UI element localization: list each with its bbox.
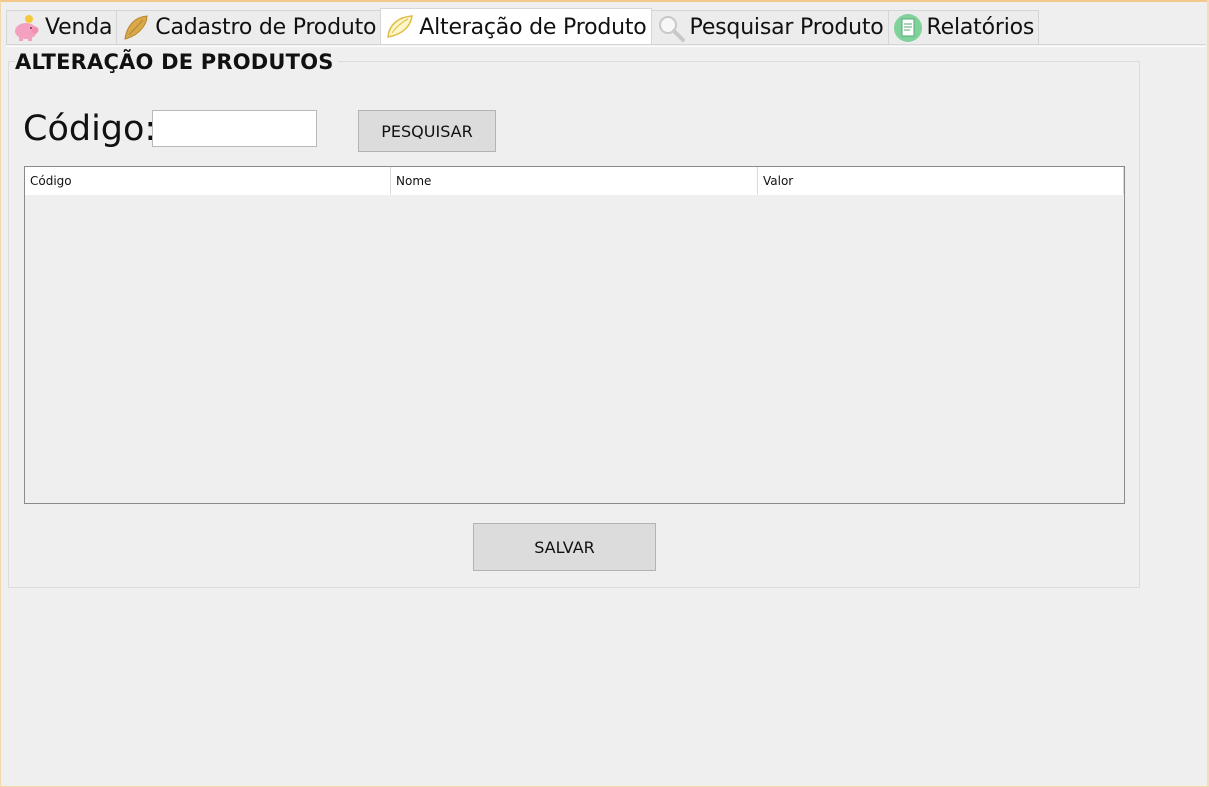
tab-venda[interactable]: Venda [6,10,118,44]
tab-alteracao-label: Alteração de Produto [419,14,647,40]
pesquisar-button[interactable]: PESQUISAR [358,110,496,152]
piggy-bank-icon [11,13,41,43]
tab-alteracao-de-produto[interactable]: Alteração de Produto [380,8,652,45]
magnifier-icon [656,13,686,43]
tab-pesquisar-produto[interactable]: Pesquisar Produto [650,10,889,44]
codigo-label: Código: [23,109,157,149]
tab-relatorios[interactable]: Relatórios [887,10,1040,44]
panel-title: ALTERAÇÃO DE PRODUTOS [15,50,338,74]
tab-venda-label: Venda [45,15,113,40]
products-table[interactable]: Código Nome Valor [24,166,1125,504]
column-header-valor[interactable]: Valor [758,167,1124,195]
tab-cadastro-de-produto[interactable]: Cadastro de Produto [116,10,382,44]
pastry-icon [121,13,151,43]
table-body[interactable] [25,195,1124,503]
report-icon [893,13,923,43]
table-header: Código Nome Valor [25,167,1124,195]
tab-bar: Venda Cadastro de Produto Alteração de P… [6,8,1040,45]
tab-relatorios-label: Relatórios [926,15,1035,40]
salvar-button[interactable]: SALVAR [473,523,656,571]
tab-bar-divider [6,44,1206,45]
tab-bar-highlight [6,46,1206,47]
column-header-codigo[interactable]: Código [25,167,391,195]
tab-pesquisar-label: Pesquisar Produto [689,15,884,40]
pastry-outline-icon [385,12,415,42]
tab-cadastro-label: Cadastro de Produto [155,15,377,40]
column-header-nome[interactable]: Nome [391,167,758,195]
codigo-input[interactable] [152,110,317,147]
